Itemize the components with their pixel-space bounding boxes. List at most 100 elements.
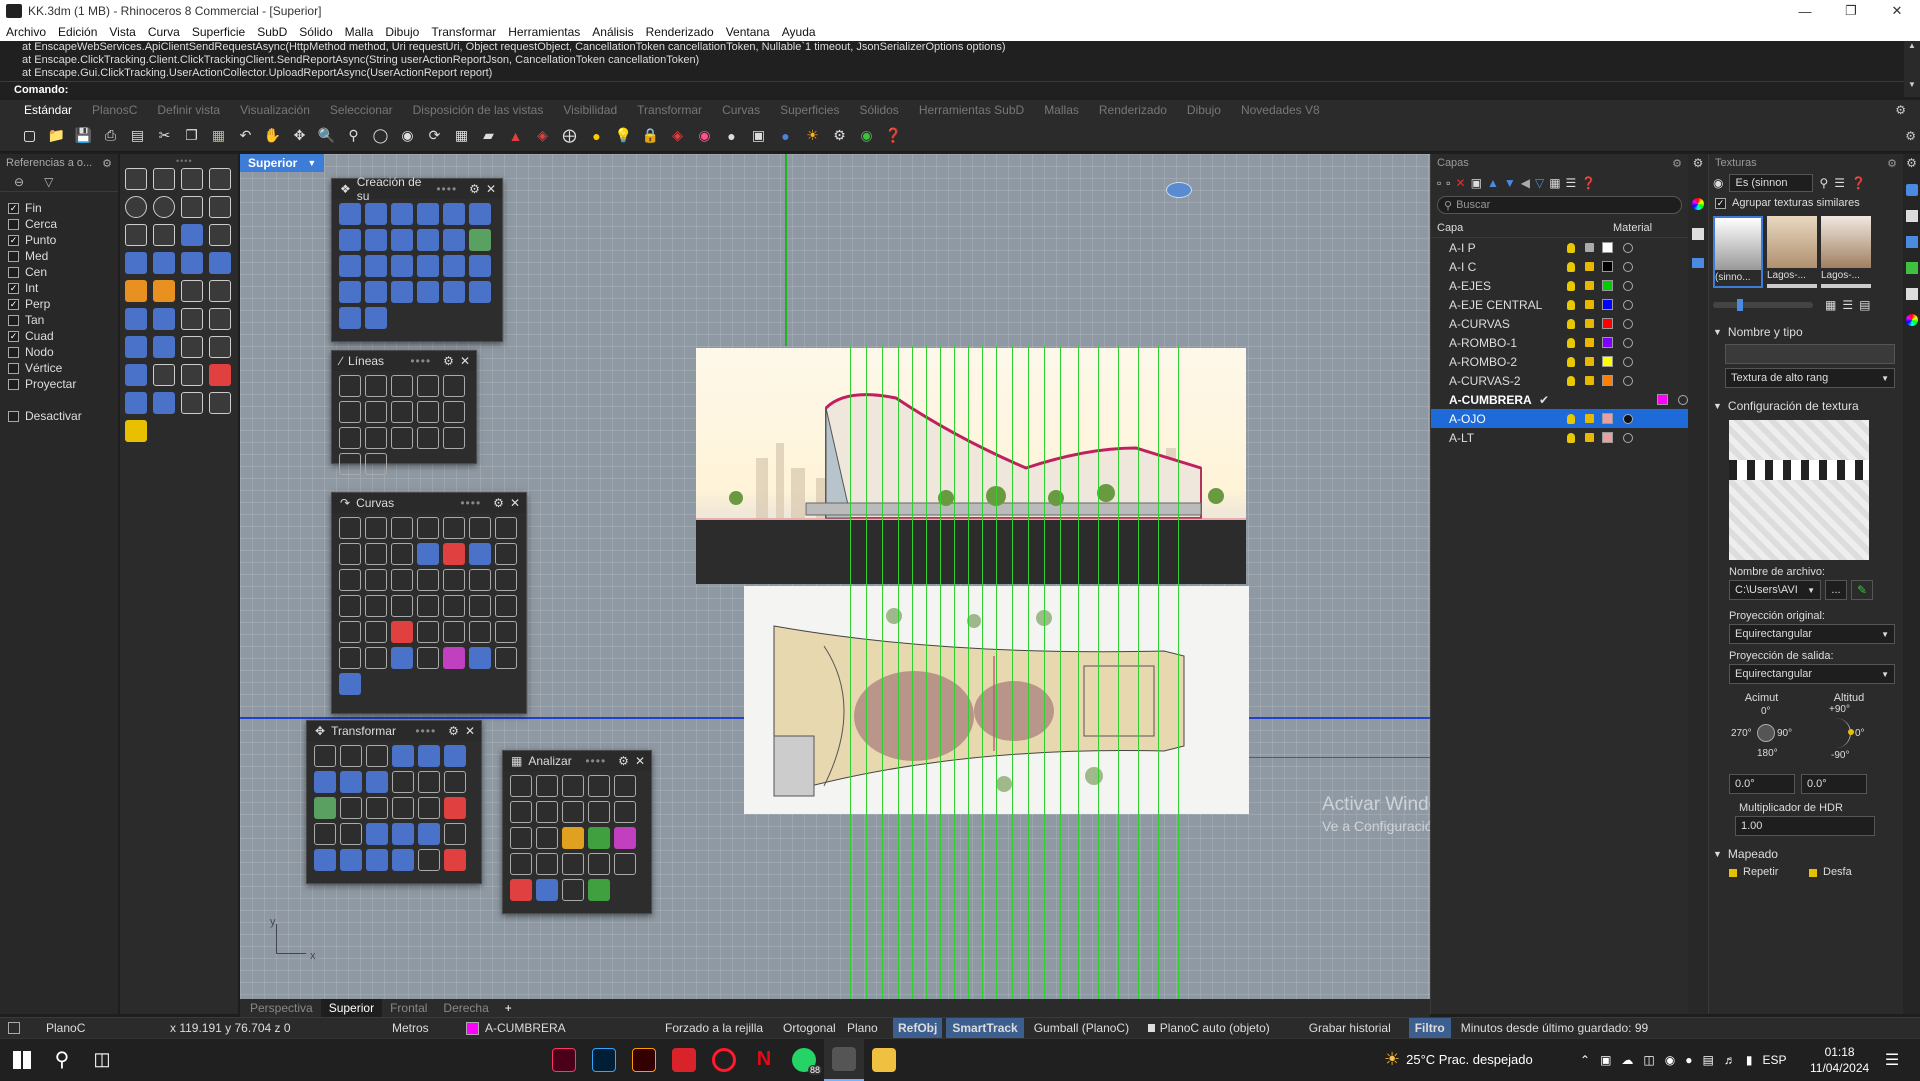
help-icon[interactable]: ❓ [1581, 176, 1596, 190]
help-icon[interactable]: ❓ [882, 124, 905, 147]
close-icon[interactable]: ✕ [510, 496, 520, 510]
line-icon[interactable] [443, 401, 465, 423]
srf-tool-icon[interactable] [339, 203, 361, 225]
whatsapp-icon[interactable]: 88 [784, 1039, 824, 1081]
menu-malla[interactable]: Malla [339, 25, 380, 39]
transform-icon[interactable] [444, 849, 466, 871]
layer-color-swatch[interactable] [1602, 432, 1613, 443]
osnap-tan[interactable]: Tan [0, 312, 118, 328]
menu-edicion[interactable]: Edición [52, 25, 103, 39]
group-icon[interactable] [153, 308, 175, 330]
task-view-icon[interactable]: ◫ [82, 1039, 122, 1081]
layer-icon[interactable] [125, 420, 147, 442]
object-snap-icon[interactable]: ● [585, 124, 608, 147]
checkbox-checked-icon[interactable]: ✓ [1715, 197, 1726, 209]
curve-icon[interactable] [469, 621, 491, 643]
menu-ventana[interactable]: Ventana [720, 25, 776, 39]
checkbox-checked-icon[interactable]: ✓ [8, 202, 19, 214]
srf-tool-icon[interactable] [339, 281, 361, 303]
layer-color-swatch[interactable] [1602, 242, 1613, 253]
transform-icon[interactable] [366, 849, 388, 871]
curve-icon[interactable] [443, 517, 465, 539]
control-point-icon[interactable] [125, 224, 147, 246]
select-icon[interactable]: ⨁ [558, 124, 581, 147]
group-similar-toggle[interactable]: ✓ Agrupar texturas similares [1709, 194, 1903, 212]
layer-row[interactable]: A-LT [1431, 428, 1688, 447]
close-icon[interactable]: ✕ [465, 724, 475, 738]
menu-herramientas[interactable]: Herramientas [502, 25, 586, 39]
undo-view-icon[interactable]: ⟳ [423, 124, 446, 147]
status-units[interactable]: Metros [392, 1021, 466, 1035]
opera-icon[interactable] [704, 1039, 744, 1081]
zoom-extents-icon[interactable]: ◯ [369, 124, 392, 147]
transform-icon[interactable] [340, 771, 362, 793]
osnap-int[interactable]: ✓ Int [0, 280, 118, 296]
curve-icon[interactable] [417, 621, 439, 643]
lock-icon[interactable]: 🔒 [639, 124, 662, 147]
chevron-down-icon[interactable]: ▼ [1713, 849, 1722, 859]
line-icon[interactable] [365, 427, 387, 449]
status-gumball[interactable]: Gumball (PlanoC) [1034, 1021, 1148, 1035]
tab-perspectiva[interactable]: Perspectiva [240, 1001, 321, 1015]
checkbox-checked-icon[interactable]: ✓ [8, 298, 19, 310]
checkbox-icon[interactable] [8, 346, 19, 358]
tab-renderizado[interactable]: Renderizado [1089, 103, 1177, 117]
srf-tool-icon[interactable] [469, 229, 491, 251]
sphere-icon[interactable]: ● [720, 124, 743, 147]
list-view-icon[interactable]: ☰ [1566, 176, 1577, 190]
explode-icon[interactable] [125, 280, 147, 302]
curve-icon[interactable] [495, 647, 517, 669]
chevron-up-icon[interactable]: ⌃ [1580, 1053, 1590, 1067]
menu-solido[interactable]: Sólido [293, 25, 338, 39]
section-texture-config[interactable]: ▼ Configuración de textura [1709, 396, 1903, 416]
curve-icon[interactable] [469, 543, 491, 565]
gear-icon[interactable]: ⚙ [448, 724, 459, 738]
rotate-view-icon[interactable]: ✥ [288, 124, 311, 147]
illustrator-icon[interactable] [624, 1039, 664, 1081]
curve-icon[interactable] [443, 621, 465, 643]
srf-tool-icon[interactable] [417, 203, 439, 225]
curve-icon[interactable] [153, 224, 175, 246]
layer-color-swatch[interactable] [1602, 261, 1613, 272]
gear-icon[interactable]: ⚙ [469, 182, 480, 196]
tab-solidos[interactable]: Sólidos [849, 103, 908, 117]
offset-icon[interactable] [209, 308, 231, 330]
srf-tool-icon[interactable] [365, 229, 387, 251]
volume-icon[interactable]: ♬ [1724, 1053, 1736, 1067]
menu-curva[interactable]: Curva [142, 25, 186, 39]
panel-toggle-icon[interactable] [8, 1022, 20, 1034]
block-icon[interactable] [125, 364, 147, 386]
srf-tool-icon[interactable] [365, 307, 387, 329]
lock-icon[interactable] [1585, 376, 1594, 385]
lock-icon[interactable] [1585, 433, 1594, 442]
analyze-icon[interactable] [588, 827, 610, 849]
visibility-bulb-icon[interactable] [1567, 280, 1575, 291]
visibility-bulb-icon[interactable] [1567, 375, 1575, 386]
new-sublayer-icon[interactable]: ▫ [1446, 176, 1450, 190]
status-ortho[interactable]: Ortogonal [783, 1021, 847, 1035]
menu-transformar[interactable]: Transformar [425, 25, 502, 39]
proj-orig-dropdown[interactable]: Equirectangular ▼ [1729, 624, 1895, 644]
transform-icon[interactable] [392, 849, 414, 871]
move-up-icon[interactable]: ▲ [1487, 176, 1499, 190]
status-refobj[interactable]: RefObj [893, 1018, 943, 1038]
material-icon[interactable] [1678, 394, 1688, 405]
draw-order-icon[interactable] [125, 392, 147, 414]
analyze-icon[interactable] [588, 879, 610, 901]
osnap-proyectar[interactable]: Proyectar [0, 376, 118, 392]
line-icon[interactable] [339, 453, 361, 475]
analyze-icon[interactable] [209, 364, 231, 386]
surface-icon[interactable] [181, 224, 203, 246]
analyze-icon[interactable] [510, 775, 532, 797]
transform-icon[interactable] [340, 823, 362, 845]
curve-icon[interactable] [391, 595, 413, 617]
curve-icon[interactable] [339, 621, 361, 643]
transform-icon[interactable] [418, 849, 440, 871]
grid-view-icon[interactable]: ▦ [1549, 176, 1560, 190]
altitude-input[interactable]: 0.0° [1801, 774, 1867, 794]
osnap-med[interactable]: Med [0, 248, 118, 264]
shaded-icon[interactable]: ▲ [504, 124, 527, 147]
close-icon[interactable]: ✕ [1874, 0, 1920, 22]
tab-superficies[interactable]: Superficies [770, 103, 849, 117]
detail-view-icon[interactable]: ▤ [1859, 298, 1870, 312]
